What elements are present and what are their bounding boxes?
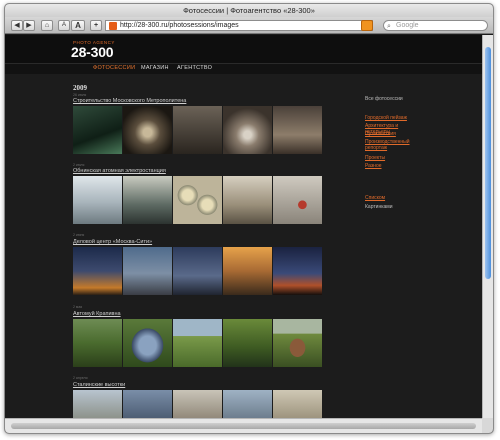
forward-button[interactable]: ▶ <box>23 20 35 31</box>
back-button[interactable]: ◀ <box>11 20 23 31</box>
gallery-thumbnail[interactable] <box>173 390 222 420</box>
site-favicon-icon <box>109 22 117 30</box>
gallery-date: 2 апреля <box>73 376 88 380</box>
gallery-date: 26 июля <box>73 93 87 97</box>
gallery-thumbnail[interactable] <box>273 176 322 224</box>
gallery-thumbnail[interactable] <box>223 106 272 154</box>
address-text: http://28-300.ru/photosessions/images <box>120 22 239 29</box>
gallery-thumbnail[interactable] <box>123 390 172 420</box>
gallery-title-obninsk[interactable]: Обнинская атомная электростанция <box>73 168 166 174</box>
main-nav: ФОТОСЕССИИ МАГАЗИН АГЕНТСТВО <box>5 63 484 74</box>
sidebar-all-photosessions[interactable]: Все фотосессии <box>365 96 403 102</box>
font-larger-button[interactable]: A <box>71 20 85 31</box>
gallery-thumbnail[interactable] <box>223 247 272 295</box>
gallery-thumbnail[interactable] <box>73 176 122 224</box>
nav-photosessions[interactable]: ФОТОСЕССИИ <box>93 65 135 71</box>
gallery-thumbs-krapivna <box>73 319 322 367</box>
add-bookmark-button[interactable]: + <box>90 20 102 31</box>
sidebar-category-projects[interactable]: Проекты <box>365 155 423 162</box>
horizontal-scrollbar[interactable] <box>5 418 484 433</box>
gallery-thumbnail[interactable] <box>123 176 172 224</box>
view-as-list-link[interactable]: Списком <box>365 195 423 202</box>
gallery-title-metro[interactable]: Строительство Московского Метрополитена <box>73 98 186 104</box>
site-logo[interactable]: 28-300 <box>71 44 114 60</box>
gallery-thumbnail[interactable] <box>223 176 272 224</box>
gallery-thumbnail[interactable] <box>73 319 122 367</box>
rss-icon[interactable] <box>361 20 373 31</box>
gallery-thumbnail[interactable] <box>123 319 172 367</box>
view-as-pictures-label: Картинками <box>365 204 393 210</box>
sidebar-category-misc[interactable]: Разное <box>365 163 423 170</box>
forward-arrow-icon: ▶ <box>26 22 32 29</box>
gallery-title-krapivna[interactable]: Автомуй Крапивна <box>73 311 121 317</box>
back-arrow-icon: ◀ <box>14 22 20 29</box>
gallery-date: 2 июля <box>73 163 85 167</box>
page-content: PHOTO AGENCY 28-300 ФОТОСЕССИИ МАГАЗИН А… <box>5 35 484 420</box>
horizontal-scroll-thumb[interactable] <box>11 423 476 429</box>
gallery-thumbnail[interactable] <box>273 390 322 420</box>
font-smaller-button[interactable]: A <box>58 20 70 31</box>
window-title: Фотосессии | Фотоагентство «28-300» <box>5 4 493 17</box>
gallery-thumbnail[interactable] <box>73 390 122 420</box>
gallery-thumbnail[interactable] <box>123 247 172 295</box>
sidebar-category-industrial[interactable]: Производственный репортаж <box>365 139 423 151</box>
gallery-thumbs-stalin-highrises <box>73 390 322 420</box>
search-icon: ⌕ <box>387 23 391 30</box>
gallery-thumbnail[interactable] <box>173 319 222 367</box>
sidebar-category-cityscape[interactable]: Городской пейзаж <box>365 115 423 122</box>
gallery-thumbnail[interactable] <box>73 106 122 154</box>
gallery-thumbnail[interactable] <box>223 390 272 420</box>
gallery-title-moscow-city[interactable]: Деловой центр «Москва-Сити» <box>73 239 152 245</box>
search-placeholder: Google <box>396 22 419 29</box>
year-heading: 2009 <box>73 84 87 92</box>
gallery-thumbnail[interactable] <box>173 247 222 295</box>
gallery-thumbnail[interactable] <box>123 106 172 154</box>
gallery-thumbs-obninsk <box>73 176 322 224</box>
vertical-scrollbar[interactable] <box>482 35 493 420</box>
gallery-thumbnail[interactable] <box>273 319 322 367</box>
vertical-scroll-thumb[interactable] <box>485 47 491 279</box>
gallery-thumbnail[interactable] <box>273 247 322 295</box>
gallery-date: 2 мая <box>73 305 83 309</box>
nav-shop[interactable]: МАГАЗИН <box>141 65 169 71</box>
gallery-date: 2 июня <box>73 233 85 237</box>
nav-agency[interactable]: АГЕНТСТВО <box>177 65 212 71</box>
gallery-thumbnail[interactable] <box>173 176 222 224</box>
search-field[interactable]: ⌕ Google <box>383 20 488 31</box>
home-icon: ⌂ <box>44 22 50 29</box>
gallery-thumbnail[interactable] <box>223 319 272 367</box>
gallery-thumbnail[interactable] <box>73 247 122 295</box>
sidebar-category-travel[interactable]: Путешествия <box>365 131 423 138</box>
browser-toolbar: ◀ ▶ ⌂ A A + http://28-300.ru/photosessio… <box>5 17 493 34</box>
gallery-thumbs-moscow-city <box>73 247 322 295</box>
gallery-thumbnail[interactable] <box>273 106 322 154</box>
address-bar[interactable]: http://28-300.ru/photosessions/images <box>105 20 373 31</box>
gallery-thumbs-metro <box>73 106 322 154</box>
browser-window: Фотосессии | Фотоагентство «28-300» ◀ ▶ … <box>4 3 494 434</box>
home-button[interactable]: ⌂ <box>41 20 53 31</box>
gallery-title-stalin-highrises[interactable]: Сталинские высотки <box>73 382 125 388</box>
gallery-thumbnail[interactable] <box>173 106 222 154</box>
resize-corner[interactable] <box>482 418 493 433</box>
site-header: PHOTO AGENCY 28-300 <box>5 35 484 63</box>
